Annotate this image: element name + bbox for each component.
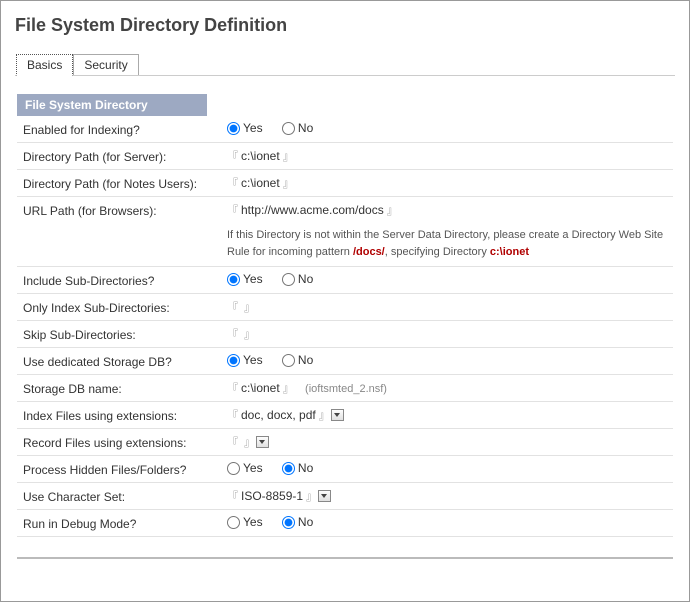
label-dedicated-db: Use dedicated Storage DB?	[23, 353, 219, 369]
row-debug: Run in Debug Mode? Yes No	[17, 510, 673, 537]
row-dir-notes: Directory Path (for Notes Users): 『c:\io…	[17, 170, 673, 197]
field-index-ext[interactable]: 『doc, docx, pdf』	[219, 407, 673, 423]
field-only-index-sub[interactable]: 『』	[219, 299, 673, 315]
label-url-path: URL Path (for Browsers):	[23, 202, 219, 218]
row-url-path: URL Path (for Browsers): 『http://www.acm…	[17, 197, 673, 223]
label-dir-server: Directory Path (for Server):	[23, 148, 219, 164]
label-charset: Use Character Set:	[23, 488, 219, 504]
field-storage-name[interactable]: 『c:\ionet』 (ioftsmted_2.nsf)	[219, 380, 673, 396]
field-record-ext[interactable]: 『』	[219, 434, 673, 450]
page-title: File System Directory Definition	[15, 15, 675, 36]
row-storage-name: Storage DB name: 『c:\ionet』 (ioftsmted_2…	[17, 375, 673, 402]
radio-hidden: Yes No	[219, 461, 673, 475]
row-record-ext: Record Files using extensions: 『』	[17, 429, 673, 456]
dropdown-icon[interactable]	[331, 409, 344, 421]
radio-hidden-yes[interactable]: Yes	[227, 461, 263, 475]
row-include-sub: Include Sub-Directories? Yes No	[17, 267, 673, 294]
row-dir-server: Directory Path (for Server): 『c:\ionet』	[17, 143, 673, 170]
radio-include-sub: Yes No	[219, 272, 673, 286]
label-only-index-sub: Only Index Sub-Directories:	[23, 299, 219, 315]
radio-enabled-yes[interactable]: Yes	[227, 121, 263, 135]
label-dir-notes: Directory Path (for Notes Users):	[23, 175, 219, 191]
row-enabled: Enabled for Indexing? Yes No	[17, 116, 673, 143]
row-skip-sub: Skip Sub-Directories: 『』	[17, 321, 673, 348]
radio-dedicated-db-no[interactable]: No	[282, 353, 313, 367]
radio-dedicated-db-yes[interactable]: Yes	[227, 353, 263, 367]
dropdown-icon[interactable]	[256, 436, 269, 448]
bottom-rule	[17, 557, 673, 559]
row-hidden: Process Hidden Files/Folders? Yes No	[17, 456, 673, 483]
tab-security[interactable]: Security	[73, 54, 138, 75]
field-url-path[interactable]: 『http://www.acme.com/docs』	[219, 202, 673, 218]
label-enabled: Enabled for Indexing?	[23, 121, 219, 137]
radio-enabled-no[interactable]: No	[282, 121, 313, 135]
label-debug: Run in Debug Mode?	[23, 515, 219, 531]
dropdown-icon[interactable]	[318, 490, 331, 502]
field-dir-server[interactable]: 『c:\ionet』	[219, 148, 673, 164]
label-hidden: Process Hidden Files/Folders?	[23, 461, 219, 477]
radio-include-sub-yes[interactable]: Yes	[227, 272, 263, 286]
radio-include-sub-no[interactable]: No	[282, 272, 313, 286]
label-skip-sub: Skip Sub-Directories:	[23, 326, 219, 342]
tab-basics[interactable]: Basics	[16, 54, 73, 76]
row-charset: Use Character Set: 『ISO-8859-1』	[17, 483, 673, 510]
field-skip-sub[interactable]: 『』	[219, 326, 673, 342]
label-index-ext: Index Files using extensions:	[23, 407, 219, 423]
url-path-note: If this Directory is not within the Serv…	[17, 223, 673, 267]
field-dir-notes[interactable]: 『c:\ionet』	[219, 175, 673, 191]
row-dedicated-db: Use dedicated Storage DB? Yes No	[17, 348, 673, 375]
radio-debug: Yes No	[219, 515, 673, 529]
label-storage-name: Storage DB name:	[23, 380, 219, 396]
tab-bar: Basics Security	[15, 54, 675, 76]
storage-hint: (ioftsmted_2.nsf)	[305, 383, 387, 395]
window: File System Directory Definition Basics …	[0, 0, 690, 602]
field-charset[interactable]: 『ISO-8859-1』	[219, 488, 673, 504]
label-record-ext: Record Files using extensions:	[23, 434, 219, 450]
label-include-sub: Include Sub-Directories?	[23, 272, 219, 288]
section-header: File System Directory	[17, 94, 207, 116]
radio-debug-no[interactable]: No	[282, 515, 313, 529]
row-index-ext: Index Files using extensions: 『doc, docx…	[17, 402, 673, 429]
radio-hidden-no[interactable]: No	[282, 461, 313, 475]
radio-dedicated-db: Yes No	[219, 353, 673, 367]
radio-debug-yes[interactable]: Yes	[227, 515, 263, 529]
tab-body-basics: File System Directory Enabled for Indexi…	[15, 76, 675, 563]
row-only-index-sub: Only Index Sub-Directories: 『』	[17, 294, 673, 321]
radio-enabled: Yes No	[219, 121, 673, 135]
